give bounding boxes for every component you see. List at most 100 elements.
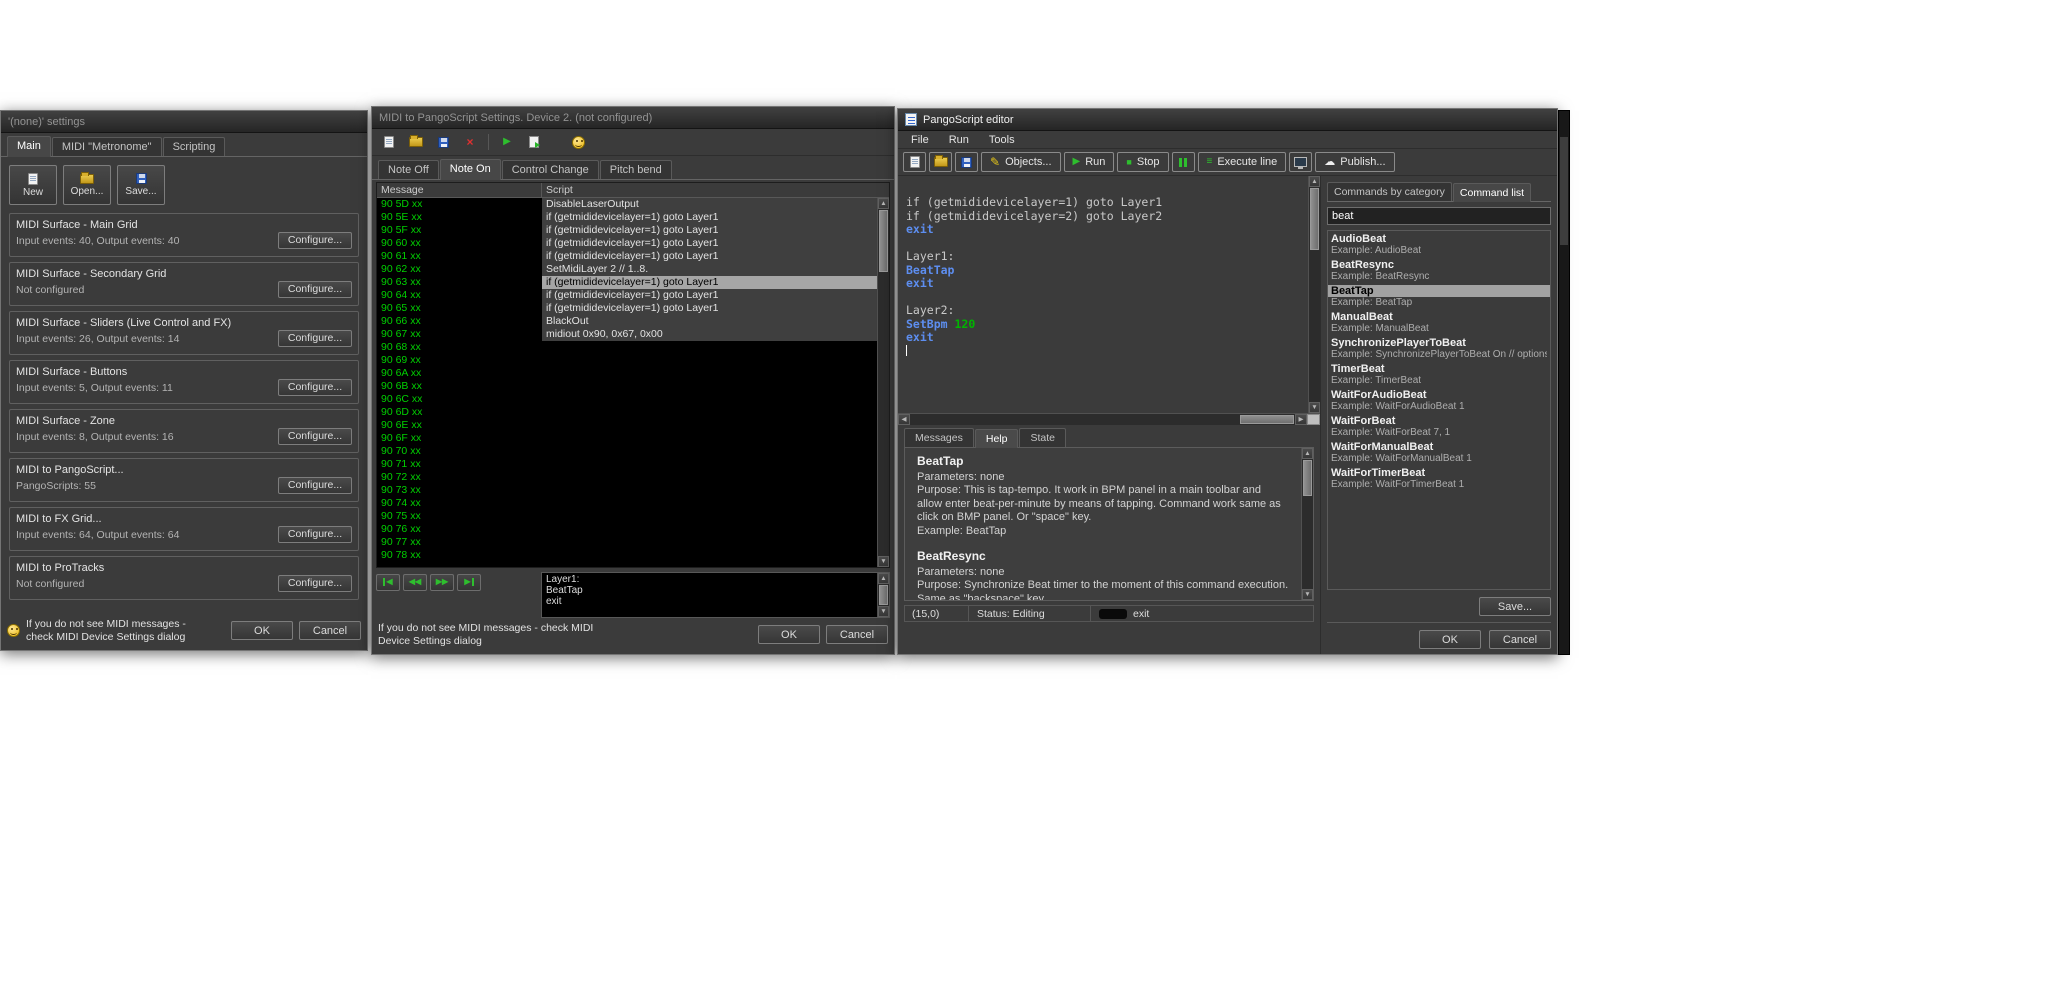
preview-scrollbar[interactable]: ▲ ▼: [877, 573, 889, 617]
table-row[interactable]: 90 6D xx: [377, 406, 877, 419]
scroll-down-button[interactable]: ▼: [878, 556, 889, 567]
command-list-item[interactable]: AudioBeatExample: AudioBeat: [1328, 232, 1550, 258]
tab-help[interactable]: Help: [975, 429, 1019, 448]
table-row[interactable]: 90 74 xx: [377, 497, 877, 510]
command-list-item[interactable]: BeatTapExample: BeatTap: [1328, 284, 1550, 310]
menu-tools[interactable]: Tools: [980, 133, 1024, 147]
save-button[interactable]: Save...: [117, 165, 165, 205]
table-row[interactable]: 90 5D xxDisableLaserOutput: [377, 198, 877, 211]
table-row[interactable]: 90 6C xx: [377, 393, 877, 406]
tab-note-on[interactable]: Note On: [440, 159, 501, 180]
scroll-thumb[interactable]: [879, 210, 888, 272]
scroll-up-button[interactable]: ▲: [1309, 176, 1320, 187]
table-row[interactable]: 90 6A xx: [377, 367, 877, 380]
tab-messages[interactable]: Messages: [904, 428, 974, 447]
pause-button[interactable]: [1172, 152, 1195, 172]
table-row[interactable]: 90 65 xxif (getmididevicelayer=1) goto L…: [377, 302, 877, 315]
configure-button[interactable]: Configure...: [278, 232, 352, 249]
desktop-scrollbar[interactable]: [1558, 110, 1570, 655]
configure-button[interactable]: Configure...: [278, 379, 352, 396]
table-row[interactable]: 90 75 xx: [377, 510, 877, 523]
tab-state[interactable]: State: [1019, 428, 1066, 447]
tab-note-off[interactable]: Note Off: [378, 160, 439, 179]
none-settings-titlebar[interactable]: '(none)' settings: [1, 111, 367, 133]
table-row[interactable]: 90 77 xx: [377, 536, 877, 549]
save-button[interactable]: [431, 131, 455, 153]
table-row[interactable]: 90 66 xxBlackOut: [377, 315, 877, 328]
table-row[interactable]: 90 67 xxmidiout 0x90, 0x67, 0x00: [377, 328, 877, 341]
command-list-item[interactable]: WaitForTimerBeatExample: WaitForTimerBea…: [1328, 466, 1550, 492]
stop-button[interactable]: ■Stop: [1117, 152, 1168, 172]
publish-button[interactable]: ☁Publish...: [1315, 152, 1394, 172]
table-row[interactable]: 90 73 xx: [377, 484, 877, 497]
open-button[interactable]: Open...: [63, 165, 111, 205]
scroll-up-button[interactable]: ▲: [878, 573, 889, 584]
pangoscript-editor-titlebar[interactable]: PangoScript editor: [898, 109, 1557, 131]
configure-button[interactable]: Configure...: [278, 477, 352, 494]
new-button[interactable]: New: [9, 165, 57, 205]
cancel-button[interactable]: Cancel: [299, 621, 361, 640]
skip-last-button[interactable]: ▶: [457, 574, 481, 591]
tab-midi-metronome[interactable]: MIDI "Metronome": [52, 137, 162, 156]
table-row[interactable]: 90 68 xx: [377, 341, 877, 354]
table-row[interactable]: 90 60 xxif (getmididevicelayer=1) goto L…: [377, 237, 877, 250]
table-row[interactable]: 90 62 xxSetMidiLayer 2 // 1..8.: [377, 263, 877, 276]
configure-button[interactable]: Configure...: [278, 428, 352, 445]
menu-run[interactable]: Run: [940, 133, 978, 147]
table-row[interactable]: 90 70 xx: [377, 445, 877, 458]
scroll-thumb[interactable]: [879, 585, 888, 605]
code-editor[interactable]: if (getmididevicelayer=1) goto Layer1if …: [898, 176, 1308, 413]
desktop-scroll-thumb[interactable]: [1560, 137, 1568, 245]
scroll-thumb[interactable]: [1310, 188, 1319, 250]
configure-button[interactable]: Configure...: [278, 281, 352, 298]
tab-main[interactable]: Main: [7, 136, 51, 157]
open-button[interactable]: [404, 131, 428, 153]
ok-button[interactable]: OK: [231, 621, 293, 640]
command-list-item[interactable]: WaitForManualBeatExample: WaitForManualB…: [1328, 440, 1550, 466]
open-script-button[interactable]: [929, 152, 952, 172]
table-row[interactable]: 90 63 xxif (getmididevicelayer=1) goto L…: [377, 276, 877, 289]
scroll-thumb[interactable]: [1303, 460, 1312, 496]
tab-scripting[interactable]: Scripting: [163, 137, 226, 156]
save-button[interactable]: Save...: [1479, 597, 1551, 616]
command-list-item[interactable]: BeatResyncExample: BeatResync: [1328, 258, 1550, 284]
table-row[interactable]: 90 76 xx: [377, 523, 877, 536]
table-row[interactable]: 90 5F xxif (getmididevicelayer=1) goto L…: [377, 224, 877, 237]
table-row[interactable]: 90 5E xxif (getmididevicelayer=1) goto L…: [377, 211, 877, 224]
run-button[interactable]: ▶Run: [1064, 152, 1115, 172]
scroll-up-button[interactable]: ▲: [1302, 448, 1313, 459]
previous-button[interactable]: ◀◀: [403, 574, 427, 591]
test-script-button[interactable]: [522, 131, 546, 153]
table-row[interactable]: 90 72 xx: [377, 471, 877, 484]
table-row[interactable]: 90 71 xx: [377, 458, 877, 471]
table-row[interactable]: 90 6B xx: [377, 380, 877, 393]
configure-button[interactable]: Configure...: [278, 575, 352, 592]
cancel-button[interactable]: Cancel: [826, 625, 888, 644]
scroll-down-button[interactable]: ▼: [878, 606, 889, 617]
scroll-down-button[interactable]: ▼: [1309, 402, 1320, 413]
cancel-button[interactable]: Cancel: [1489, 630, 1551, 649]
scroll-right-button[interactable]: ▶: [1295, 414, 1307, 425]
save-script-button[interactable]: [955, 152, 978, 172]
scroll-up-button[interactable]: ▲: [878, 198, 889, 209]
objects-button[interactable]: ✎Objects...: [981, 152, 1061, 172]
command-list-item[interactable]: WaitForAudioBeatExample: WaitForAudioBea…: [1328, 388, 1550, 414]
skip-first-button[interactable]: ◀: [376, 574, 400, 591]
scroll-thumb[interactable]: [1240, 415, 1294, 424]
tab-command-list[interactable]: Command list: [1453, 183, 1531, 202]
new-script-button[interactable]: [903, 152, 926, 172]
table-row[interactable]: 90 6F xx: [377, 432, 877, 445]
new-button[interactable]: [377, 131, 401, 153]
help-scrollbar[interactable]: ▲ ▼: [1301, 448, 1313, 600]
configure-button[interactable]: Configure...: [278, 526, 352, 543]
table-row[interactable]: 90 69 xx: [377, 354, 877, 367]
tab-control-change[interactable]: Control Change: [502, 160, 599, 179]
table-row[interactable]: 90 61 xxif (getmididevicelayer=1) goto L…: [377, 250, 877, 263]
configure-button[interactable]: Configure...: [278, 330, 352, 347]
scroll-down-button[interactable]: ▼: [1302, 589, 1313, 600]
command-list-item[interactable]: ManualBeatExample: ManualBeat: [1328, 310, 1550, 336]
table-row[interactable]: 90 78 xx: [377, 549, 877, 562]
tab-commands-by-category[interactable]: Commands by category: [1327, 182, 1452, 201]
command-list-item[interactable]: WaitForBeatExample: WaitForBeat 7, 1: [1328, 414, 1550, 440]
editor-scrollbar[interactable]: ▲ ▼: [1308, 176, 1320, 413]
